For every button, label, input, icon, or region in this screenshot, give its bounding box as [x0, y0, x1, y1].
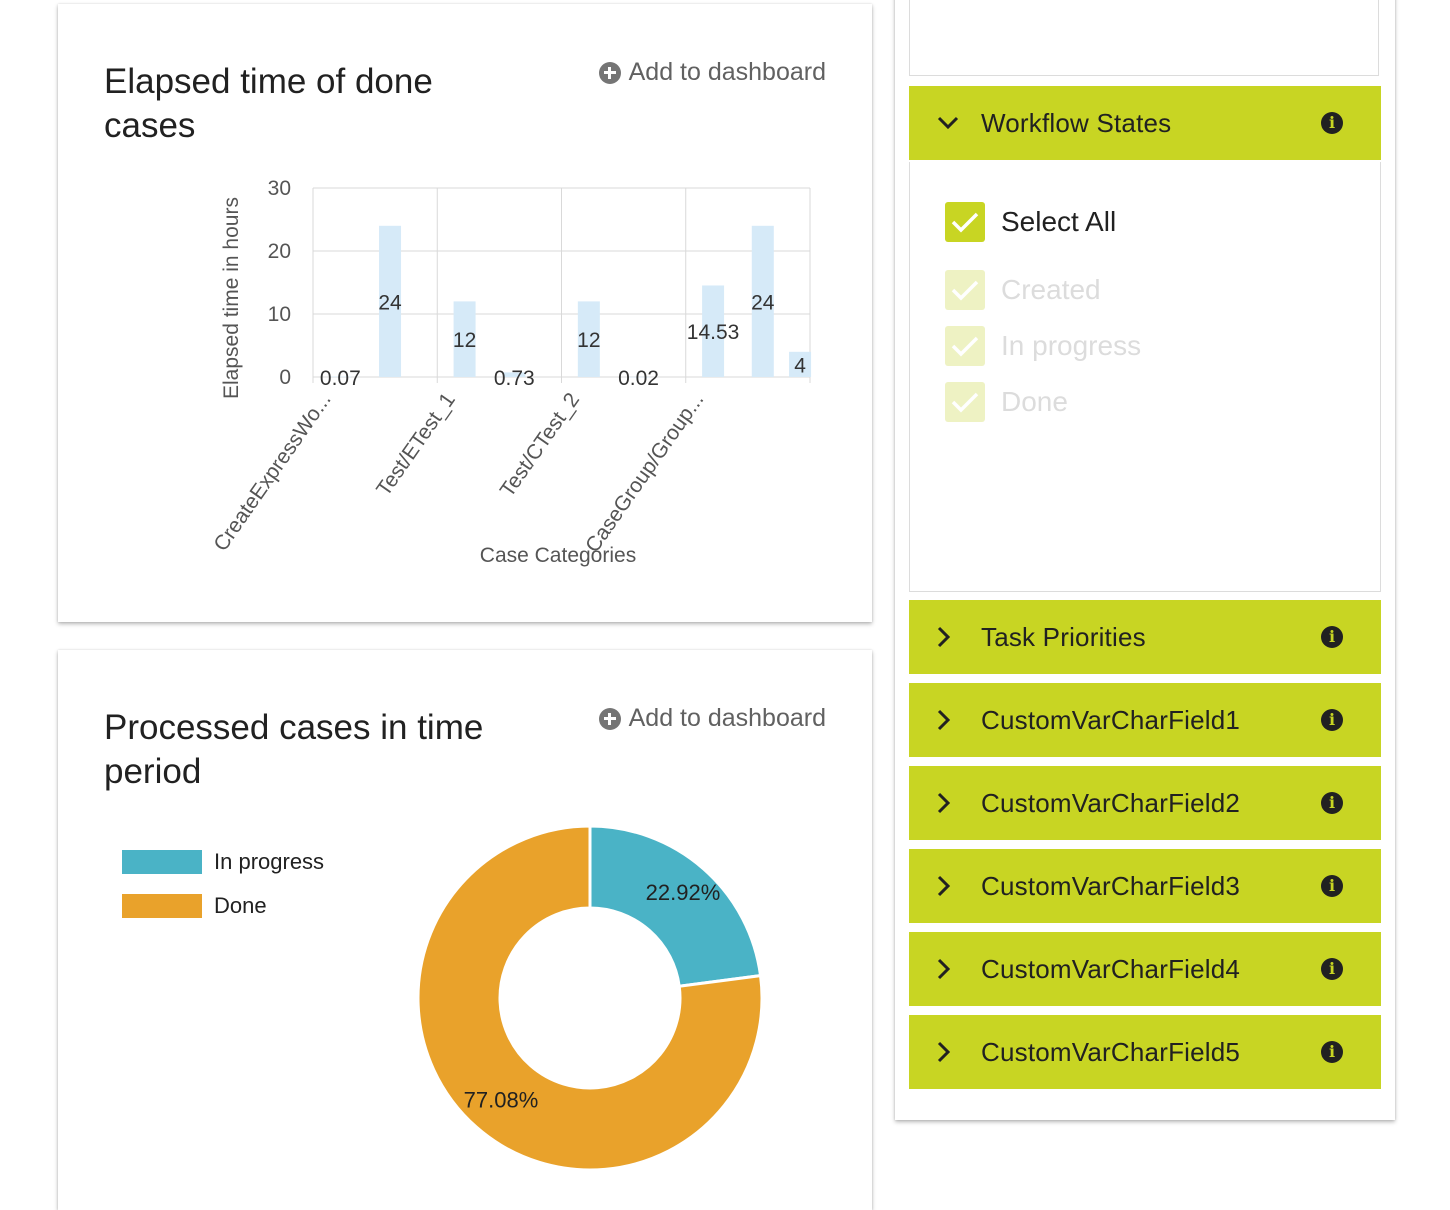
elapsed-time-bar-chart: 0 10 20 30 0.07 12 12 14.53 24 0.73 0.02 24 4 CreateE… [209, 177, 812, 567]
elapsed-time-card: Elapsed time of done cases Add to dashbo… [58, 4, 872, 622]
accordion-label: CustomVarCharField2 [981, 787, 1241, 818]
select-all-checkbox[interactable]: Select All [945, 202, 1116, 242]
accordion-label: Workflow States [981, 107, 1172, 138]
bar-value-label: 12 [453, 329, 476, 352]
bar-value-label: 0.73 [494, 367, 535, 390]
processed-cases-card: Processed cases in time period Add to da… [58, 650, 872, 1210]
bar-value-label: 0.07 [320, 367, 361, 390]
processed-cases-donut-chart: 22.92% 77.08% [416, 824, 764, 1172]
bar-value-label: 4 [794, 354, 806, 377]
accordion-label: CustomVarCharField3 [981, 870, 1241, 901]
bar-value-label: 24 [751, 291, 775, 314]
chevron-down-icon [937, 116, 981, 130]
chevron-right-icon [937, 875, 981, 897]
accordion-customvarcharfield1[interactable]: CustomVarCharField1 i [909, 683, 1381, 757]
checkmark-icon [945, 382, 985, 422]
bar-value-label: 0.02 [618, 367, 659, 390]
accordion-customvarcharfield3[interactable]: CustomVarCharField3 i [909, 849, 1381, 923]
checkbox-done[interactable]: Done [945, 382, 1068, 422]
x-tick-label: CaseGroup/Group... [581, 389, 708, 557]
info-icon[interactable]: i [1321, 112, 1343, 134]
select-all-label: Select All [1001, 206, 1117, 237]
accordion-customvarcharfield5[interactable]: CustomVarCharField5 i [909, 1015, 1381, 1089]
workflow-states-body: Select All Created In progress Done [909, 162, 1381, 592]
checkmark-icon [945, 202, 985, 242]
x-axis-title: Case Categories [480, 544, 636, 567]
accordion-customvarcharfield4[interactable]: CustomVarCharField4 i [909, 932, 1381, 1006]
accordion-task-priorities[interactable]: Task Priorities i [909, 600, 1381, 674]
info-icon[interactable]: i [1321, 792, 1343, 814]
donut-slice [588, 824, 763, 988]
y-tick-label: 20 [268, 240, 291, 263]
accordion-customvarcharfield2[interactable]: CustomVarCharField2 i [909, 766, 1381, 840]
x-tick-label: Test/ETest_1 [372, 389, 460, 501]
accordion-label: CustomVarCharField1 [981, 704, 1241, 735]
y-axis-title: Elapsed time in hours [220, 197, 243, 399]
info-icon[interactable]: i [1321, 958, 1343, 980]
checkbox-label: In progress [1001, 330, 1142, 361]
checkbox-label: Done [1001, 386, 1068, 417]
bar-value-label: 12 [577, 329, 600, 352]
bar-value-label: 24 [378, 291, 402, 314]
y-axis-title-group: Elapsed time in hours [220, 197, 243, 399]
chevron-right-icon [937, 1041, 981, 1063]
info-icon[interactable]: i [1321, 626, 1343, 648]
slice-value-label: 22.92% [646, 880, 721, 905]
accordion-workflow-states[interactable]: Workflow States i [909, 86, 1381, 160]
accordion-label: Task Priorities [981, 621, 1146, 652]
accordion-label: CustomVarCharField4 [981, 953, 1241, 984]
filter-panel: Workflow States i Select All Created In … [895, 0, 1395, 1120]
previous-filter-body [909, 0, 1379, 76]
y-tick-label: 0 [279, 366, 291, 389]
info-icon[interactable]: i [1321, 709, 1343, 731]
bar-value-label: 14.53 [687, 321, 740, 344]
slice-value-label: 77.08% [464, 1087, 539, 1112]
accordion-label: CustomVarCharField5 [981, 1036, 1241, 1067]
y-tick-label: 30 [268, 177, 291, 200]
checkbox-in-progress[interactable]: In progress [945, 326, 1141, 366]
chevron-right-icon [937, 958, 981, 980]
checkmark-icon [945, 326, 985, 366]
y-tick-label: 10 [268, 303, 291, 326]
chevron-right-icon [937, 792, 981, 814]
checkmark-icon [945, 270, 985, 310]
checkbox-created[interactable]: Created [945, 270, 1101, 310]
info-icon[interactable]: i [1321, 875, 1343, 897]
info-icon[interactable]: i [1321, 1041, 1343, 1063]
x-tick-label: CreateExpressWo... [209, 389, 335, 556]
checkbox-label: Created [1001, 274, 1101, 305]
x-tick-label: Test/CTest_2 [496, 389, 584, 502]
chevron-right-icon [937, 709, 981, 731]
chevron-right-icon [937, 626, 981, 648]
